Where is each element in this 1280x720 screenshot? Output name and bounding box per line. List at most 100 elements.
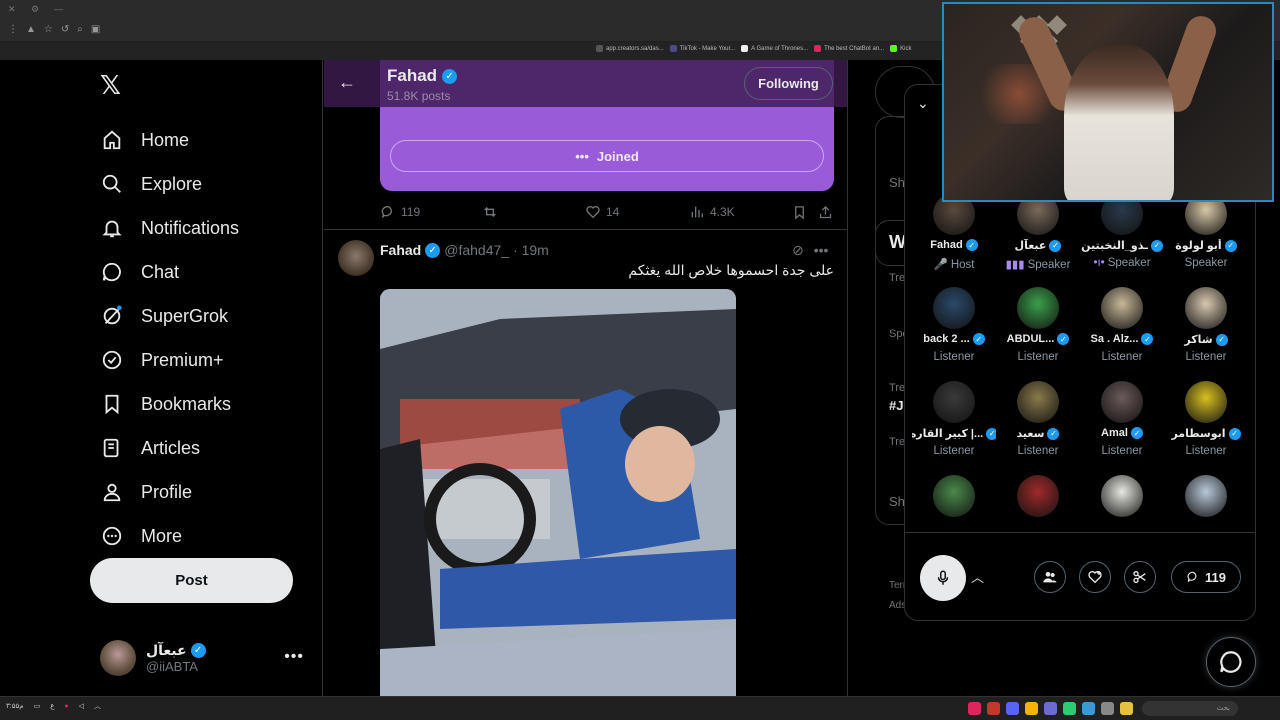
app-icon[interactable] [1063,702,1076,715]
views-action[interactable]: 4.3K [689,204,735,220]
menu-icon[interactable]: ⋮ [8,24,18,35]
collapse-chevron-icon[interactable]: ⌄ [917,95,929,112]
chat-fab-button[interactable] [1206,637,1256,687]
post-button[interactable]: Post [90,558,293,603]
tweet-time[interactable]: · 19m [513,242,549,258]
nav-chat[interactable]: Chat [100,250,239,294]
trend-label[interactable]: Tre [889,272,905,284]
tweet-video[interactable] [380,289,736,696]
people-button[interactable] [1034,561,1066,593]
tweet-author-name[interactable]: Fahad [380,242,421,258]
folder-icon[interactable] [1120,702,1133,715]
tiktok-icon[interactable] [968,702,981,715]
bookmark-item[interactable]: app.creators.sa/das... [596,45,664,52]
avatar[interactable] [933,475,975,517]
space-member[interactable]: back 2 ... ✓ Listener [912,287,996,377]
avatar[interactable] [1185,381,1227,423]
avatar[interactable] [933,381,975,423]
space-member[interactable]: أبو لولوة ✓ Speaker [1164,193,1248,283]
space-member[interactable]: شاكر ✓ Listener [1164,287,1248,377]
avatar[interactable] [1185,475,1227,517]
nav-premium[interactable]: Premium+ [100,338,239,382]
clip-button[interactable] [1124,561,1156,593]
favicon-icon [890,45,898,52]
nav-explore[interactable]: Explore [100,162,239,206]
mic-tray-icon[interactable]: ● [64,703,68,710]
space-member[interactable]: عبعآل ✓ ▮▮▮ Speaker [996,193,1080,283]
show-more-link[interactable]: Sh [889,494,905,509]
avatar[interactable] [1017,475,1059,517]
chrome-icon[interactable] [1025,702,1038,715]
minimize-icon[interactable]: — [54,5,63,14]
space-member[interactable]: ـذو_النخبتين ✓ •ı• Speaker [1080,193,1164,283]
space-member[interactable]: Amal ✓ Listener [1080,381,1164,471]
bookmark-item[interactable]: The best ChatBot an... [814,45,884,52]
show-more-link[interactable]: Sh [889,175,905,190]
bookmark-item[interactable]: Kick [890,45,911,52]
grok-icon[interactable]: ⊘ [792,242,804,259]
x-logo-icon[interactable]: 𝕏 [100,72,126,98]
speaker-icon[interactable]: ◁ [79,702,84,710]
extension-icon[interactable]: ▲ [26,24,36,35]
taskbar-search[interactable]: بحث [1142,701,1238,716]
settings-icon[interactable]: ⚙ [31,5,40,14]
bookmark-item[interactable]: TikTok - Make Your... [669,45,735,52]
avatar[interactable] [933,287,975,329]
like-action[interactable]: 14 [585,204,619,220]
app-icon[interactable] [987,702,1000,715]
bookmark-action[interactable] [792,205,807,220]
avatar[interactable] [1101,475,1143,517]
close-window-icon[interactable]: ✕ [8,5,17,14]
space-member[interactable]: سعيد ✓ Listener [996,381,1080,471]
nav-home[interactable]: Home [100,118,239,162]
tweet[interactable]: Fahad ✓ @fahd47_ · 19m ⊘ ••• على جدة احس… [324,230,847,696]
chevron-up-icon[interactable]: ︿ [971,567,984,586]
history-icon[interactable]: ↺ [61,24,69,35]
avatar[interactable] [338,240,374,276]
trend-label[interactable]: Tre [889,382,905,394]
language-icon[interactable]: ع [50,702,54,710]
avatar[interactable] [1017,381,1059,423]
nav-profile[interactable]: Profile [100,470,239,514]
bookmark-item[interactable]: A Game of Thrones... [741,45,808,52]
discord-icon[interactable] [1006,702,1019,715]
star-icon[interactable]: ☆ [44,24,53,35]
back-arrow-icon[interactable]: ← [338,72,356,93]
following-button[interactable]: Following [744,67,833,100]
replies-button[interactable]: 119 [1171,561,1241,593]
avatar[interactable] [1101,381,1143,423]
space-member[interactable]: ابوسطامر ✓ Listener [1164,381,1248,471]
tabs-icon[interactable]: ▣ [91,24,100,35]
avatar[interactable] [1185,287,1227,329]
account-switcher[interactable]: عبعآل ✓ @iiABTA ••• [100,638,310,678]
space-member[interactable]: ABDUL... ✓ Listener [996,287,1080,377]
nav-supergrok[interactable]: SuperGrok [100,294,239,338]
space-member[interactable]: Sa . Alz... ✓ Listener [1080,287,1164,377]
app-icon[interactable] [1101,702,1114,715]
more-dots-icon[interactable]: ••• [284,648,304,666]
retweet-action[interactable] [482,204,498,220]
space-member[interactable]: كبير القاره |... ✓ Listener [912,381,996,471]
zoom-icon[interactable]: ⌕ [77,24,83,35]
avatar[interactable] [1017,287,1059,329]
nav-articles[interactable]: Articles [100,426,239,470]
app-icon[interactable] [1044,702,1057,715]
trend-label[interactable]: Tre [889,436,905,448]
nav-more[interactable]: More [100,514,239,558]
nav-notifications[interactable]: Notifications [100,206,239,250]
share-action[interactable] [818,205,833,220]
microphone-button[interactable] [920,555,966,601]
tweet-author-handle[interactable]: @fahd47_ [444,242,509,258]
joined-button[interactable]: ••• Joined [390,140,824,172]
network-icon[interactable]: ▭ [34,702,41,710]
trend-hashtag[interactable]: #J [889,398,903,413]
avatar[interactable] [1101,287,1143,329]
tray-chevron-icon[interactable]: ︿ [94,701,101,711]
react-button[interactable] [1079,561,1111,593]
app-icon[interactable] [1082,702,1095,715]
space-member[interactable]: Fahad ✓ 🎤 Host [912,193,996,283]
nav-bookmarks[interactable]: Bookmarks [100,382,239,426]
member-role: Listener [1017,445,1059,457]
reply-action[interactable]: 119 [380,204,420,220]
more-dots-icon[interactable]: ••• [814,242,829,259]
